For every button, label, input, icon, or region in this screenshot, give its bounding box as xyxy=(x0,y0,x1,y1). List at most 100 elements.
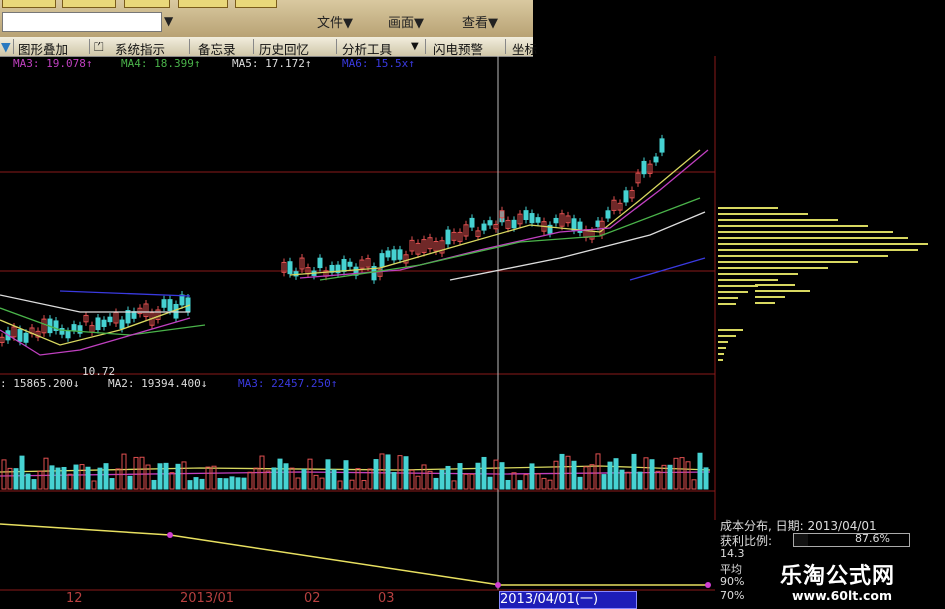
volume-bar xyxy=(133,456,139,490)
candle-body xyxy=(179,294,185,306)
candle-body xyxy=(347,261,353,267)
volume-bar xyxy=(217,477,223,490)
volume-bar xyxy=(691,479,697,490)
candle-body xyxy=(595,220,601,227)
volume-bar xyxy=(253,467,259,490)
candle-body xyxy=(487,220,493,226)
volume-bar xyxy=(115,468,121,490)
candle-body xyxy=(391,249,397,261)
volume-bar xyxy=(697,452,703,490)
volume-bar xyxy=(25,473,31,490)
candle-body xyxy=(101,319,107,327)
volume-bar xyxy=(601,474,607,490)
volume-bar xyxy=(397,455,403,490)
volume-bar xyxy=(457,463,463,490)
volume-bar xyxy=(685,461,691,490)
low-price-label: 10.72 xyxy=(82,365,116,378)
volume-bar xyxy=(439,469,445,490)
volume-bar xyxy=(565,455,571,490)
moving-averages xyxy=(0,149,711,477)
volume-bar xyxy=(373,459,379,490)
candle-body xyxy=(535,217,541,223)
candle-body xyxy=(605,210,611,219)
candle-body xyxy=(287,261,293,275)
volume-bar xyxy=(463,473,469,490)
candle-body xyxy=(167,299,173,311)
profit-value: 87.6% xyxy=(855,532,890,545)
volume-bar xyxy=(43,457,49,490)
candle-body xyxy=(623,190,629,203)
volume-bar xyxy=(553,460,559,490)
volume-bar xyxy=(469,473,475,490)
volume-bar xyxy=(379,453,385,490)
volume-bar xyxy=(679,457,685,490)
volume-bar xyxy=(19,455,25,490)
candle-body xyxy=(529,213,535,224)
volume-bar xyxy=(73,464,79,490)
volume-bar xyxy=(13,468,19,490)
volume-bar xyxy=(511,472,517,490)
volume-bar xyxy=(535,473,541,490)
volume-bar xyxy=(655,470,661,490)
volume-bars xyxy=(1,452,709,490)
volume-bar xyxy=(643,457,649,490)
candle-body xyxy=(17,329,23,342)
volume-bar xyxy=(241,477,247,490)
volume-bar xyxy=(667,464,673,490)
volume-bar xyxy=(595,453,601,490)
volume-bar xyxy=(589,464,595,490)
volume-bar xyxy=(61,466,67,490)
indicator-point xyxy=(167,532,173,538)
candle-body xyxy=(379,253,385,267)
volume-bar xyxy=(631,453,637,490)
volume-bar xyxy=(583,466,589,490)
cursor-date: 2013/04/01(一) xyxy=(499,591,637,609)
volume-bar xyxy=(403,456,409,490)
ma-line xyxy=(289,149,701,276)
volume-bar xyxy=(607,461,613,490)
ma-line xyxy=(629,257,706,281)
volume-bar xyxy=(415,475,421,490)
volume-bar xyxy=(31,479,37,490)
volume-bar xyxy=(67,473,73,490)
candle-body xyxy=(107,316,113,323)
candle-body xyxy=(71,324,77,331)
volume-bar xyxy=(613,458,619,490)
volume-bar xyxy=(571,460,577,490)
volume-bar xyxy=(427,470,433,490)
volume-bar xyxy=(517,480,523,490)
volume-bar xyxy=(619,469,625,490)
volume-bar xyxy=(139,456,145,490)
volume-bar xyxy=(205,466,211,490)
candle-body xyxy=(95,317,101,331)
candle-body xyxy=(341,258,347,272)
volume-bar xyxy=(265,470,271,490)
volume-bar xyxy=(541,477,547,490)
candle-body xyxy=(119,319,125,329)
candle-body xyxy=(65,330,71,339)
volume-bar xyxy=(223,478,229,490)
volume-bar xyxy=(703,467,709,490)
volume-bar xyxy=(481,456,487,490)
indicator-point xyxy=(705,582,711,588)
volume-bar xyxy=(235,477,241,490)
candle-body xyxy=(511,219,517,229)
volume-bar xyxy=(499,462,505,490)
volume-bar xyxy=(421,464,427,490)
volume-bar xyxy=(547,479,553,490)
volume-bar xyxy=(313,474,319,490)
volume-bar xyxy=(169,472,175,490)
volume-bar xyxy=(673,457,679,490)
candle-body xyxy=(397,249,403,260)
profit-bar xyxy=(793,533,910,547)
volume-bar xyxy=(247,471,253,490)
indicator-line xyxy=(0,523,711,588)
x-label-2013-01: 2013/01 xyxy=(180,591,235,606)
volume-bar xyxy=(157,463,163,490)
volume-bar xyxy=(199,478,205,490)
volume-bar xyxy=(151,479,157,490)
candle-body xyxy=(317,257,323,269)
volume-bar xyxy=(637,471,643,490)
volume-bar xyxy=(229,476,235,490)
candle-body xyxy=(469,217,475,228)
